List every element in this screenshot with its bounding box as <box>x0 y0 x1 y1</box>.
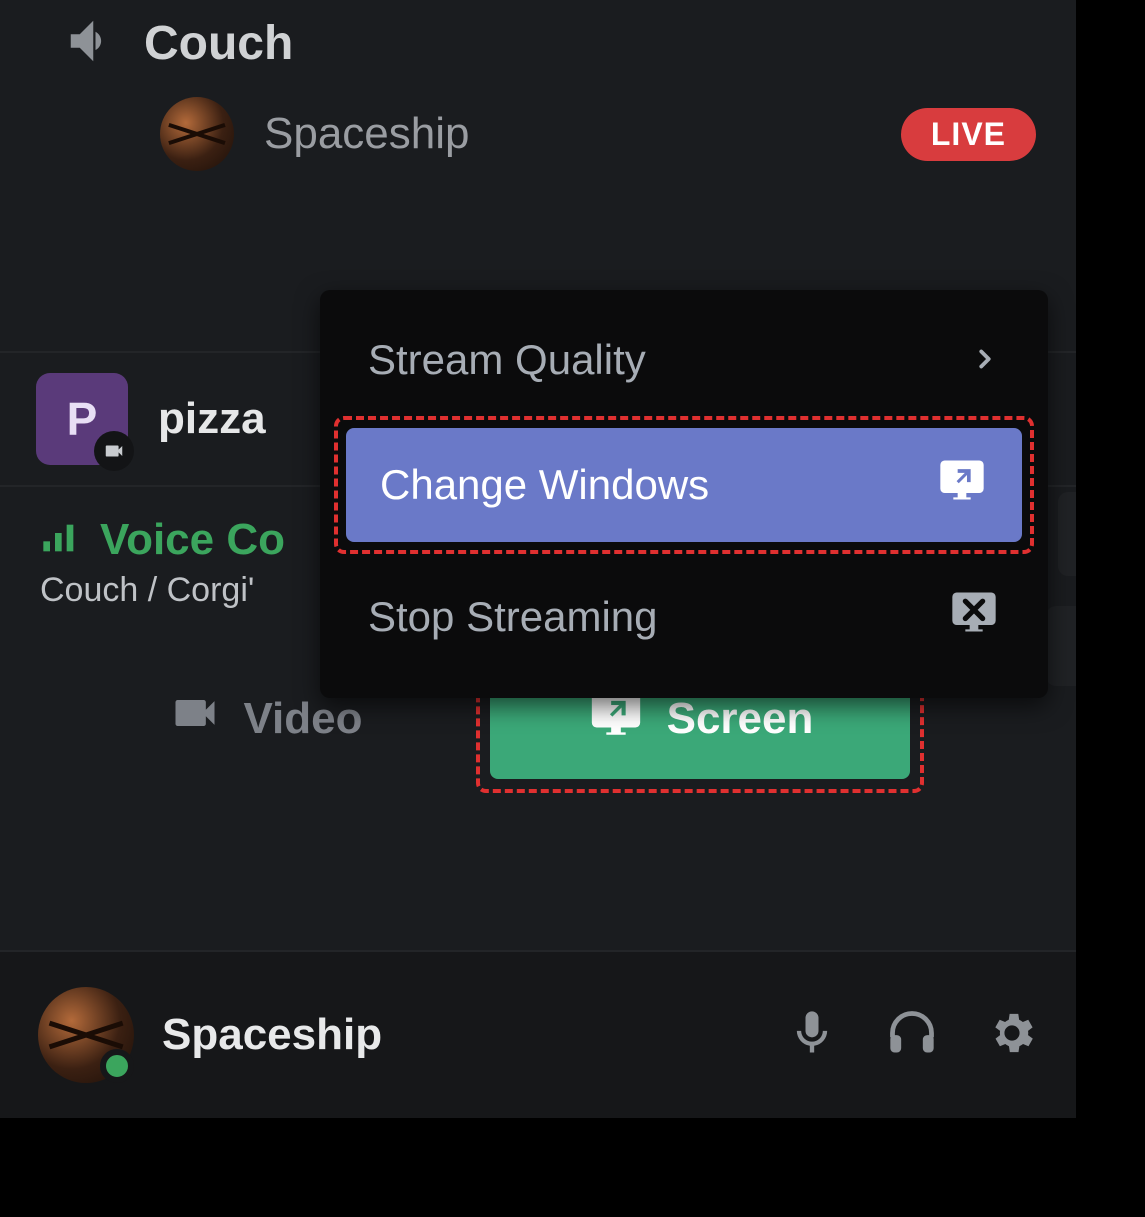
menu-item-label: Change Windows <box>380 461 709 509</box>
video-button-label: Video <box>243 694 362 744</box>
menu-item-change-windows[interactable]: Change Windows <box>346 428 1022 542</box>
voice-status-text: Voice Co <box>100 515 285 565</box>
user-panel: Spaceship <box>0 950 1076 1118</box>
signal-icon <box>40 518 80 563</box>
menu-item-label: Stop Streaming <box>368 593 658 641</box>
annotation-highlight: Change Windows <box>334 416 1034 554</box>
menu-item-stop-streaming[interactable]: Stop Streaming <box>334 560 1034 674</box>
stop-screen-icon <box>948 586 1000 648</box>
online-status-dot <box>100 1049 134 1083</box>
app-icon-initial: P <box>67 392 98 446</box>
voice-member-row[interactable]: Spaceship LIVE <box>0 87 1076 181</box>
user-panel-controls <box>786 1007 1038 1064</box>
voice-member-name: Spaceship <box>264 109 469 159</box>
screen-share-icon <box>936 454 988 516</box>
screen-button-label: Screen <box>667 694 814 744</box>
speaker-icon <box>64 14 118 73</box>
stream-context-menu: Stream Quality Change Windows Stop Strea… <box>320 290 1048 698</box>
video-camera-icon <box>169 687 221 750</box>
menu-item-label: Stream Quality <box>368 336 646 384</box>
streaming-app-label: pizza <box>158 394 266 444</box>
deafen-button[interactable] <box>886 1007 938 1064</box>
live-badge: LIVE <box>901 108 1036 161</box>
voice-channel-row[interactable]: Couch <box>0 0 1076 87</box>
mute-button[interactable] <box>786 1007 838 1064</box>
settings-button[interactable] <box>986 1007 1038 1064</box>
edge-shape <box>1046 606 1076 686</box>
video-camera-icon <box>94 431 134 471</box>
edge-shape <box>1058 492 1076 576</box>
avatar <box>160 97 234 171</box>
voice-channel-name: Couch <box>144 16 293 71</box>
app-icon: P <box>36 373 128 465</box>
chevron-right-icon <box>970 336 1000 384</box>
avatar[interactable] <box>38 987 134 1083</box>
user-name: Spaceship <box>162 1010 382 1060</box>
menu-item-stream-quality[interactable]: Stream Quality <box>334 310 1034 410</box>
voice-sidebar: Couch Spaceship LIVE P pizza Voice Co Co… <box>0 0 1076 1118</box>
